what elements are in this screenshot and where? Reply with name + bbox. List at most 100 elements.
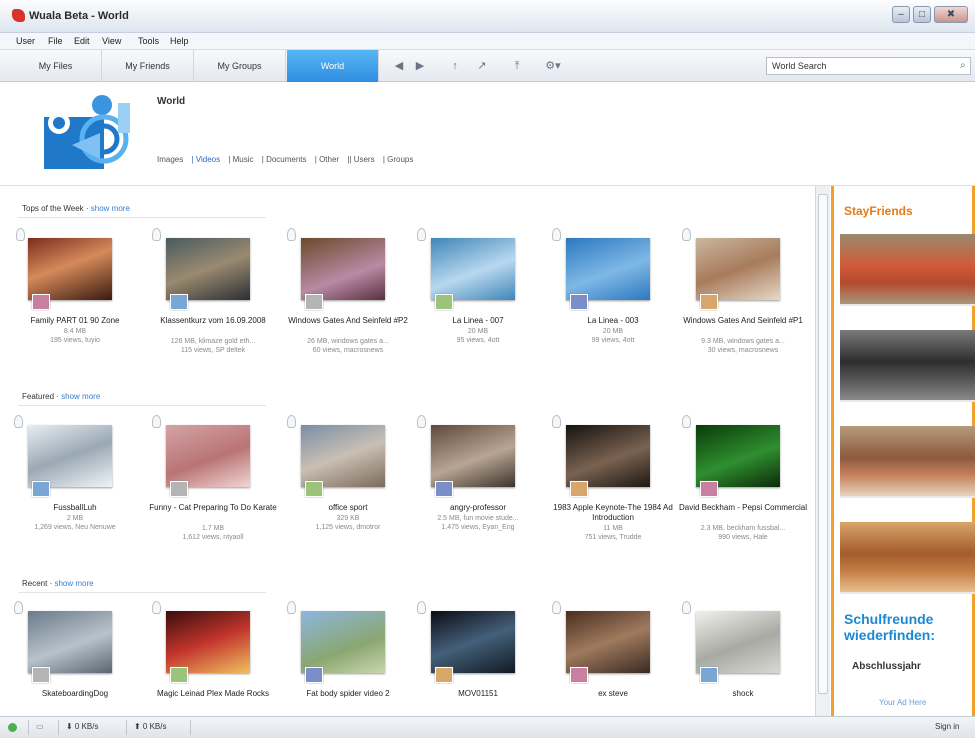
video-title[interactable]: SkateboardingDog: [10, 689, 140, 699]
pin-icon[interactable]: [152, 228, 161, 241]
uploader-avatar[interactable]: [570, 667, 588, 683]
video-thumbnail[interactable]: [566, 425, 650, 487]
uploader-avatar[interactable]: [305, 481, 323, 497]
video-title[interactable]: Windows Gates And Seinfeld #P2: [283, 316, 413, 326]
uploader-avatar[interactable]: [570, 481, 588, 497]
video-thumbnail[interactable]: [431, 238, 515, 300]
category-documents[interactable]: | Documents: [262, 155, 307, 164]
uploader-avatar[interactable]: [435, 294, 453, 310]
category-videos[interactable]: | Videos: [191, 155, 220, 164]
video-title[interactable]: FussballLuh: [10, 503, 140, 513]
uploader-avatar[interactable]: [32, 481, 50, 497]
sign-in-link[interactable]: Sign in: [935, 722, 959, 731]
show-more-link[interactable]: show more: [91, 204, 130, 213]
video-title[interactable]: Windows Gates And Seinfeld #P1: [678, 316, 808, 326]
video-thumbnail[interactable]: [28, 238, 112, 300]
menu-user[interactable]: User: [16, 36, 35, 46]
uploader-avatar[interactable]: [435, 667, 453, 683]
video-title[interactable]: angry-professor: [413, 503, 543, 513]
pin-icon[interactable]: [552, 228, 561, 241]
share-icon[interactable]: ↗: [475, 58, 489, 74]
video-thumbnail[interactable]: [696, 611, 780, 673]
menu-file[interactable]: File: [48, 36, 63, 46]
video-title[interactable]: Fat body spider video 2: [283, 689, 413, 699]
pin-icon[interactable]: [417, 415, 426, 428]
category-images[interactable]: Images: [157, 155, 183, 164]
uploader-avatar[interactable]: [170, 294, 188, 310]
pin-icon[interactable]: [287, 601, 296, 614]
tab-world[interactable]: World: [287, 50, 379, 82]
video-thumbnail[interactable]: [301, 238, 385, 300]
video-title[interactable]: La Linea - 003: [548, 316, 678, 326]
uploader-avatar[interactable]: [32, 667, 50, 683]
pin-icon[interactable]: [287, 228, 296, 241]
your-ad-here-link[interactable]: Your Ad Here: [879, 698, 926, 707]
show-more-link[interactable]: show more: [54, 579, 93, 588]
pin-icon[interactable]: [287, 415, 296, 428]
pin-icon[interactable]: [152, 415, 161, 428]
video-title[interactable]: MOV01151: [413, 689, 543, 699]
upload-icon[interactable]: ↑: [448, 58, 462, 74]
menu-view[interactable]: View: [102, 36, 121, 46]
pin-icon[interactable]: [14, 415, 23, 428]
world-search-input[interactable]: [766, 57, 971, 75]
video-title[interactable]: David Beckham - Pepsi Commercial: [678, 503, 808, 513]
uploader-avatar[interactable]: [170, 481, 188, 497]
video-thumbnail[interactable]: [431, 425, 515, 487]
video-thumbnail[interactable]: [28, 611, 112, 673]
video-title[interactable]: office sport: [283, 503, 413, 513]
close-button[interactable]: ✖: [934, 6, 968, 23]
uploader-avatar[interactable]: [700, 667, 718, 683]
video-thumbnail[interactable]: [166, 238, 250, 300]
pin-icon[interactable]: [682, 228, 691, 241]
forward-arrow-icon[interactable]: ▶: [413, 58, 427, 74]
video-title[interactable]: Klassentkurz vom 16.09.2008: [148, 316, 278, 326]
uploader-avatar[interactable]: [570, 294, 588, 310]
pin-icon[interactable]: [552, 415, 561, 428]
category-users[interactable]: || Users: [347, 155, 374, 164]
video-title[interactable]: Funny - Cat Preparing To Do Karate: [148, 503, 278, 513]
back-arrow-icon[interactable]: ◀: [392, 58, 406, 74]
show-more-link[interactable]: show more: [61, 392, 100, 401]
minimize-button[interactable]: –: [892, 6, 910, 23]
pin-icon[interactable]: [417, 228, 426, 241]
pin-icon[interactable]: [417, 601, 426, 614]
print-icon[interactable]: ⤒: [508, 58, 526, 74]
uploader-avatar[interactable]: [700, 481, 718, 497]
video-thumbnail[interactable]: [28, 425, 112, 487]
category-music[interactable]: | Music: [228, 155, 253, 164]
menu-help[interactable]: Help: [170, 36, 189, 46]
video-thumbnail[interactable]: [431, 611, 515, 673]
pin-icon[interactable]: [14, 601, 23, 614]
video-title[interactable]: ex steve: [548, 689, 678, 699]
video-thumbnail[interactable]: [301, 611, 385, 673]
gear-icon[interactable]: ⚙▾: [540, 58, 566, 74]
video-title[interactable]: shock: [678, 689, 808, 699]
content-scrollbar[interactable]: [815, 186, 830, 716]
stayfriends-ad[interactable]: StayFriends Schulfreunde wiederfinden: A…: [831, 186, 975, 716]
uploader-avatar[interactable]: [700, 294, 718, 310]
search-icon[interactable]: ⌕: [960, 60, 966, 71]
video-title[interactable]: La Linea - 007: [413, 316, 543, 326]
video-thumbnail[interactable]: [566, 238, 650, 300]
video-thumbnail[interactable]: [166, 425, 250, 487]
uploader-avatar[interactable]: [32, 294, 50, 310]
video-title[interactable]: Magic Leinad Plex Made Rocks: [148, 689, 278, 699]
tab-my-friends[interactable]: My Friends: [102, 50, 194, 82]
video-title[interactable]: Family PART 01 90 Zone: [10, 316, 140, 326]
video-thumbnail[interactable]: [301, 425, 385, 487]
pin-icon[interactable]: [152, 601, 161, 614]
category-other[interactable]: | Other: [315, 155, 339, 164]
maximize-button[interactable]: □: [913, 6, 931, 23]
pin-icon[interactable]: [552, 601, 561, 614]
tab-my-groups[interactable]: My Groups: [194, 50, 286, 82]
uploader-avatar[interactable]: [170, 667, 188, 683]
video-thumbnail[interactable]: [566, 611, 650, 673]
scrollbar-thumb[interactable]: [818, 194, 828, 694]
video-thumbnail[interactable]: [696, 238, 780, 300]
pin-icon[interactable]: [682, 415, 691, 428]
pin-icon[interactable]: [16, 228, 25, 241]
menu-edit[interactable]: Edit: [74, 36, 90, 46]
menu-tools[interactable]: Tools: [138, 36, 159, 46]
category-groups[interactable]: | Groups: [383, 155, 414, 164]
